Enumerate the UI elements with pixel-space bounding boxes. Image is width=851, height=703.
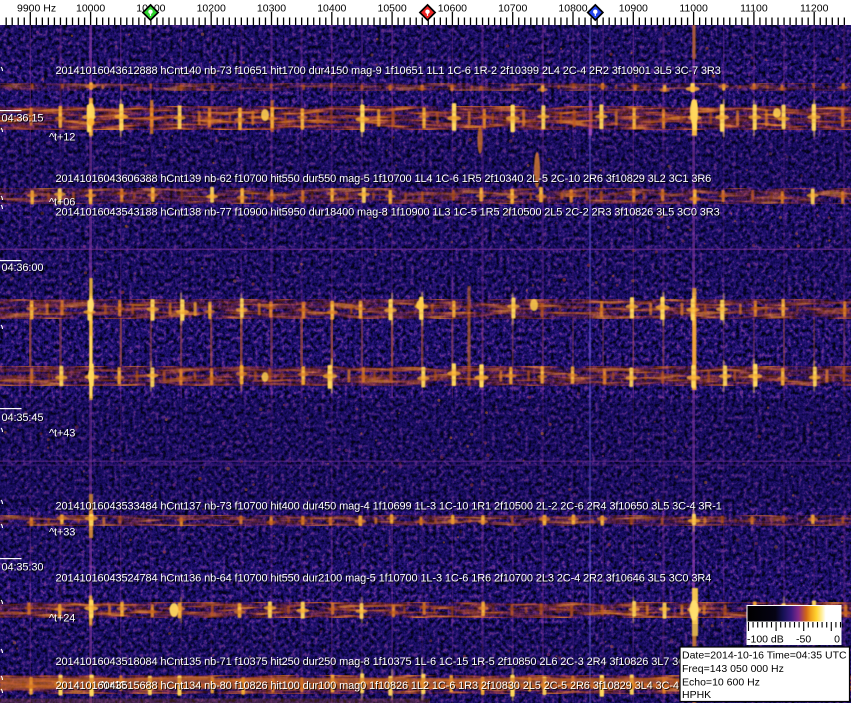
svg-text:^t+43: ^t+43: [49, 428, 75, 440]
svg-text:10700: 10700: [498, 3, 527, 15]
svg-text:10500: 10500: [377, 3, 406, 15]
svg-text:04:35:45: 04:35:45: [2, 412, 44, 424]
svg-text:20141016043612888 hCnt140 nb-7: 20141016043612888 hCnt140 nb-73 f10651 h…: [56, 65, 721, 77]
svg-text:20141016043518084 hCnt135 nb-7: 20141016043518084 hCnt135 nb-71 f10375 h…: [56, 656, 696, 668]
svg-text:9900 Hz: 9900 Hz: [17, 3, 56, 15]
svg-text:20141016043543188 hCnt138 nb-7: 20141016043543188 hCnt138 nb-77 f10900 h…: [56, 207, 720, 219]
svg-text:20141016043515688 hCnt134 nb-8: 20141016043515688 hCnt134 nb-80 f10826 h…: [56, 680, 679, 692]
svg-text:Date=2014-10-16 Time=04:35 UTC: Date=2014-10-16 Time=04:35 UTC: [682, 650, 847, 662]
svg-text:10300: 10300: [257, 3, 286, 15]
svg-text:11000: 11000: [679, 3, 708, 15]
svg-text:11100: 11100: [740, 3, 768, 15]
svg-text:11200: 11200: [800, 3, 829, 15]
svg-text:10900: 10900: [619, 3, 648, 15]
svg-text:^t+12: ^t+12: [49, 132, 75, 144]
svg-text:10200: 10200: [197, 3, 226, 15]
svg-text:10000: 10000: [76, 3, 105, 15]
svg-text:10400: 10400: [317, 3, 346, 15]
svg-text:20141016043533484 hCnt137 nb-7: 20141016043533484 hCnt137 nb-73 f10700 h…: [56, 501, 722, 513]
svg-text:0: 0: [834, 634, 840, 646]
svg-text:20141016043606388 hCnt139 nb-6: 20141016043606388 hCnt139 nb-62 f10700 h…: [56, 173, 712, 185]
svg-text:20141016043524784 hCnt136 nb-6: 20141016043524784 hCnt136 nb-64 f10700 h…: [56, 573, 712, 585]
svg-text:-50: -50: [796, 634, 811, 646]
svg-text:-100 dB: -100 dB: [747, 634, 784, 646]
svg-text:04:35:30: 04:35:30: [2, 562, 44, 574]
svg-text:10800: 10800: [558, 3, 587, 15]
svg-text:^t+33: ^t+33: [49, 527, 75, 539]
svg-text:Freq=143 050 000 Hz: Freq=143 050 000 Hz: [682, 663, 784, 675]
svg-text:^t+24: ^t+24: [49, 613, 75, 625]
svg-text:04:36:15: 04:36:15: [2, 113, 44, 125]
svg-text:10600: 10600: [438, 3, 467, 15]
svg-text:HPHK: HPHK: [682, 689, 711, 701]
svg-text:Echo=10 600 Hz: Echo=10 600 Hz: [682, 677, 760, 689]
svg-text:04:36:00: 04:36:00: [2, 262, 44, 274]
